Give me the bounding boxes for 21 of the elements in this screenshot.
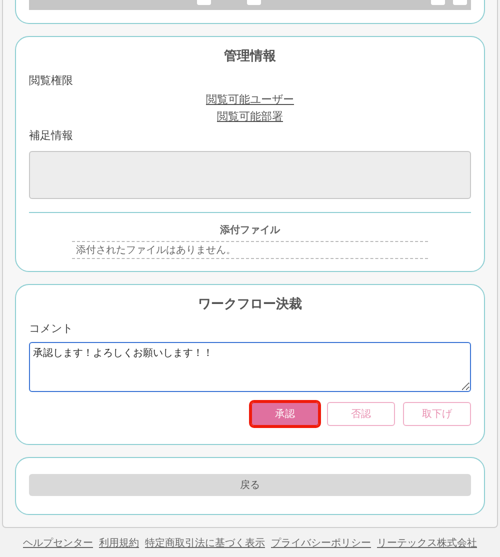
page-box-icon: [247, 0, 261, 5]
footer-link[interactable]: 利用規約: [99, 536, 139, 550]
section-title: ワークフロー決裁: [197, 296, 303, 313]
nav-box-icon: [431, 0, 445, 5]
permission-link[interactable]: 閲覧可能部署: [217, 109, 283, 124]
footer-link[interactable]: プライバシーポリシー: [271, 536, 371, 550]
page-box-icon: [197, 0, 211, 5]
decision-button[interactable]: 承認: [251, 402, 319, 426]
footer-link[interactable]: ヘルプセンター: [23, 536, 93, 550]
section-title: 管理情報: [223, 48, 277, 65]
field-label: 補足情報: [29, 128, 74, 143]
attachment-empty-message: 添付されたファイルはありません。: [72, 241, 428, 259]
field-label: 閲覧権限: [29, 73, 74, 88]
nav-box-icon: [453, 0, 467, 5]
footer-link[interactable]: リーテックス株式会社: [377, 536, 477, 550]
footer-link[interactable]: 特定商取引法に基づく表示: [145, 536, 265, 550]
attachments-title: 添付ファイル: [219, 224, 282, 237]
field-label: コメント: [29, 321, 74, 336]
permission-link[interactable]: 閲覧可能ユーザー: [206, 92, 294, 107]
back-button[interactable]: 戻る: [29, 474, 471, 496]
comment-field[interactable]: 承認します！よろしくお願いします！！: [29, 342, 471, 392]
